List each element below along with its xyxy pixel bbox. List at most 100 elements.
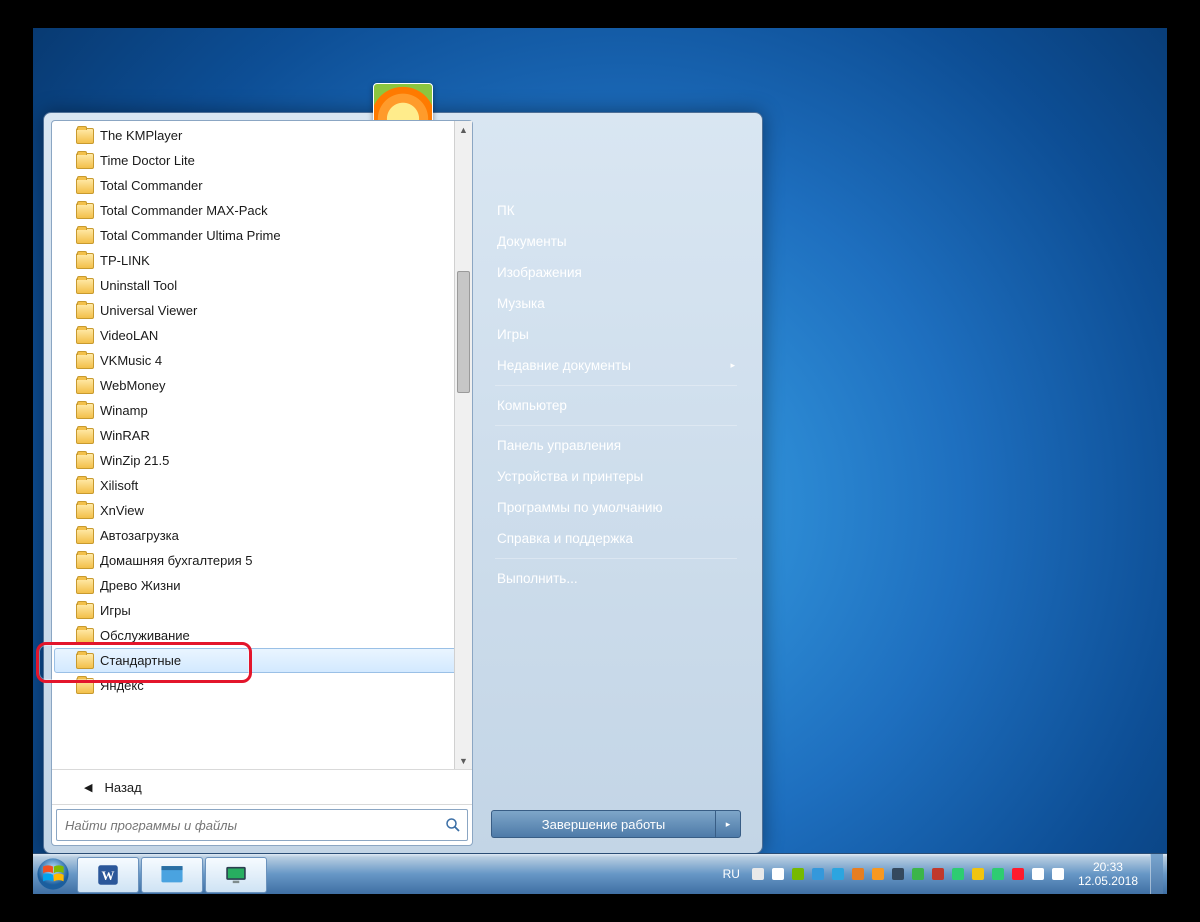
browser-icon <box>159 862 185 888</box>
shield-icon[interactable] <box>990 866 1006 882</box>
folder-icon <box>76 653 94 669</box>
program-folder[interactable]: Universal Viewer <box>54 298 472 323</box>
taskbar-app-browser[interactable] <box>141 857 203 893</box>
telegram-icon[interactable] <box>830 866 846 882</box>
places-item[interactable]: Компьютер <box>491 390 741 421</box>
java-icon[interactable] <box>870 866 886 882</box>
places-item-label: Панель управления <box>497 438 621 453</box>
shutdown-button[interactable]: Завершение работы <box>491 810 715 838</box>
shutdown-options-button[interactable]: ▸ <box>715 810 741 838</box>
network-icon[interactable] <box>1030 866 1046 882</box>
utorrent-icon[interactable] <box>910 866 926 882</box>
places-item[interactable]: Музыка <box>491 288 741 319</box>
places-item[interactable]: Панель управления <box>491 430 741 461</box>
taskbar-apps: W <box>73 854 267 894</box>
taskbar-app-monitor[interactable] <box>205 857 267 893</box>
places-item-label: Справка и поддержка <box>497 531 633 546</box>
disk-icon[interactable] <box>890 866 906 882</box>
scroll-up-arrow[interactable]: ▲ <box>455 121 472 138</box>
program-folder[interactable]: XnView <box>54 498 472 523</box>
places-item[interactable]: Программы по умолчанию <box>491 492 741 523</box>
app-blue-icon[interactable] <box>810 866 826 882</box>
program-folder[interactable]: Xilisoft <box>54 473 472 498</box>
signal-icon[interactable] <box>950 866 966 882</box>
scroll-down-arrow[interactable]: ▼ <box>455 752 472 769</box>
taskbar-app-word[interactable]: W <box>77 857 139 893</box>
start-menu-places-panel: ПК ДокументыИзображенияМузыка Игры Недавние… <box>473 120 755 846</box>
folder-icon <box>76 678 94 694</box>
program-folder[interactable]: Древо Жизни <box>54 573 472 598</box>
submenu-arrow-icon: ▸ <box>730 360 735 371</box>
search-input[interactable] <box>63 817 445 834</box>
program-folder[interactable]: Uninstall Tool <box>54 273 472 298</box>
clock-date: 12.05.2018 <box>1078 874 1138 888</box>
program-label: Домашняя бухгалтерия 5 <box>100 553 253 568</box>
program-label: Xilisoft <box>100 478 138 493</box>
program-label: Total Commander MAX-Pack <box>100 203 268 218</box>
program-folder[interactable]: WinRAR <box>54 423 472 448</box>
places-item-label: Выполнить... <box>497 571 578 586</box>
scroll-thumb[interactable] <box>457 271 470 393</box>
program-folder[interactable]: Total Commander Ultima Prime <box>54 223 472 248</box>
search-row <box>52 804 472 845</box>
places-item[interactable]: Выполнить... <box>491 563 741 594</box>
show-desktop-button[interactable] <box>1150 854 1163 894</box>
program-folder[interactable]: The KMPlayer <box>54 123 472 148</box>
folder-icon <box>76 178 94 194</box>
program-folder[interactable]: Time Doctor Lite <box>54 148 472 173</box>
back-button[interactable]: ◀ Назад <box>52 769 472 804</box>
clock-time: 20:33 <box>1078 860 1138 874</box>
program-folder[interactable]: WinZip 21.5 <box>54 448 472 473</box>
program-folder[interactable]: Автозагрузка <box>54 523 472 548</box>
places-item-label: ПК <box>497 203 515 218</box>
language-indicator[interactable]: RU <box>717 863 746 885</box>
word-icon: W <box>95 862 121 888</box>
opera-icon[interactable] <box>1010 866 1026 882</box>
places-item-label: Игры <box>497 327 529 342</box>
program-folder[interactable]: Обслуживание <box>54 623 472 648</box>
folder-icon <box>76 153 94 169</box>
app-flag-icon[interactable] <box>930 866 946 882</box>
program-folder[interactable]: WebMoney <box>54 373 472 398</box>
program-folder[interactable]: VKMusic 4 <box>54 348 472 373</box>
program-label: Uninstall Tool <box>100 278 177 293</box>
nvidia-icon[interactable] <box>790 866 806 882</box>
programs-list[interactable]: The KMPlayerTime Doctor LiteTotal Comman… <box>52 121 472 769</box>
folder-icon <box>76 553 94 569</box>
places-item[interactable]: Справка и поддержка <box>491 523 741 554</box>
program-folder[interactable]: VideoLAN <box>54 323 472 348</box>
places-item[interactable]: Устройства и принтеры <box>491 461 741 492</box>
volume-icon[interactable] <box>1050 866 1066 882</box>
folder-icon <box>76 253 94 269</box>
places-item[interactable]: Изображения <box>491 257 741 288</box>
folder-icon <box>76 578 94 594</box>
places-item[interactable]: ПК <box>491 195 741 226</box>
program-folder[interactable]: Игры <box>54 598 472 623</box>
places-item[interactable]: Недавние документы▸ <box>491 350 741 381</box>
search-box[interactable] <box>56 809 468 841</box>
desktop[interactable]: The KMPlayerTime Doctor LiteTotal Comman… <box>33 28 1167 894</box>
notify-up-icon[interactable] <box>770 866 786 882</box>
places-item[interactable]: Игры <box>491 319 741 350</box>
keyboard-icon[interactable] <box>750 866 766 882</box>
windows-orb-icon <box>36 857 70 891</box>
programs-scrollbar[interactable]: ▲ ▼ <box>454 121 472 769</box>
shutdown-split-button: Завершение работы ▸ <box>491 810 741 838</box>
program-folder[interactable]: Winamp <box>54 398 472 423</box>
program-folder[interactable]: Яндекс <box>54 673 472 698</box>
program-label: VKMusic 4 <box>100 353 162 368</box>
start-menu: The KMPlayerTime Doctor LiteTotal Comman… <box>43 112 763 854</box>
start-button[interactable] <box>33 854 73 894</box>
program-folder[interactable]: Домашняя бухгалтерия 5 <box>54 548 472 573</box>
places-item[interactable]: Документы <box>491 226 741 257</box>
bolt-icon[interactable] <box>970 866 986 882</box>
program-folder[interactable]: TP-LINK <box>54 248 472 273</box>
places-item-label: Устройства и принтеры <box>497 469 643 484</box>
program-folder[interactable]: Total Commander <box>54 173 472 198</box>
program-folder[interactable]: Стандартные <box>54 648 472 673</box>
program-folder[interactable]: Total Commander MAX-Pack <box>54 198 472 223</box>
app-orange-icon[interactable] <box>850 866 866 882</box>
folder-icon <box>76 628 94 644</box>
clock[interactable]: 20:33 12.05.2018 <box>1070 858 1146 891</box>
places-item-label: Программы по умолчанию <box>497 500 663 515</box>
